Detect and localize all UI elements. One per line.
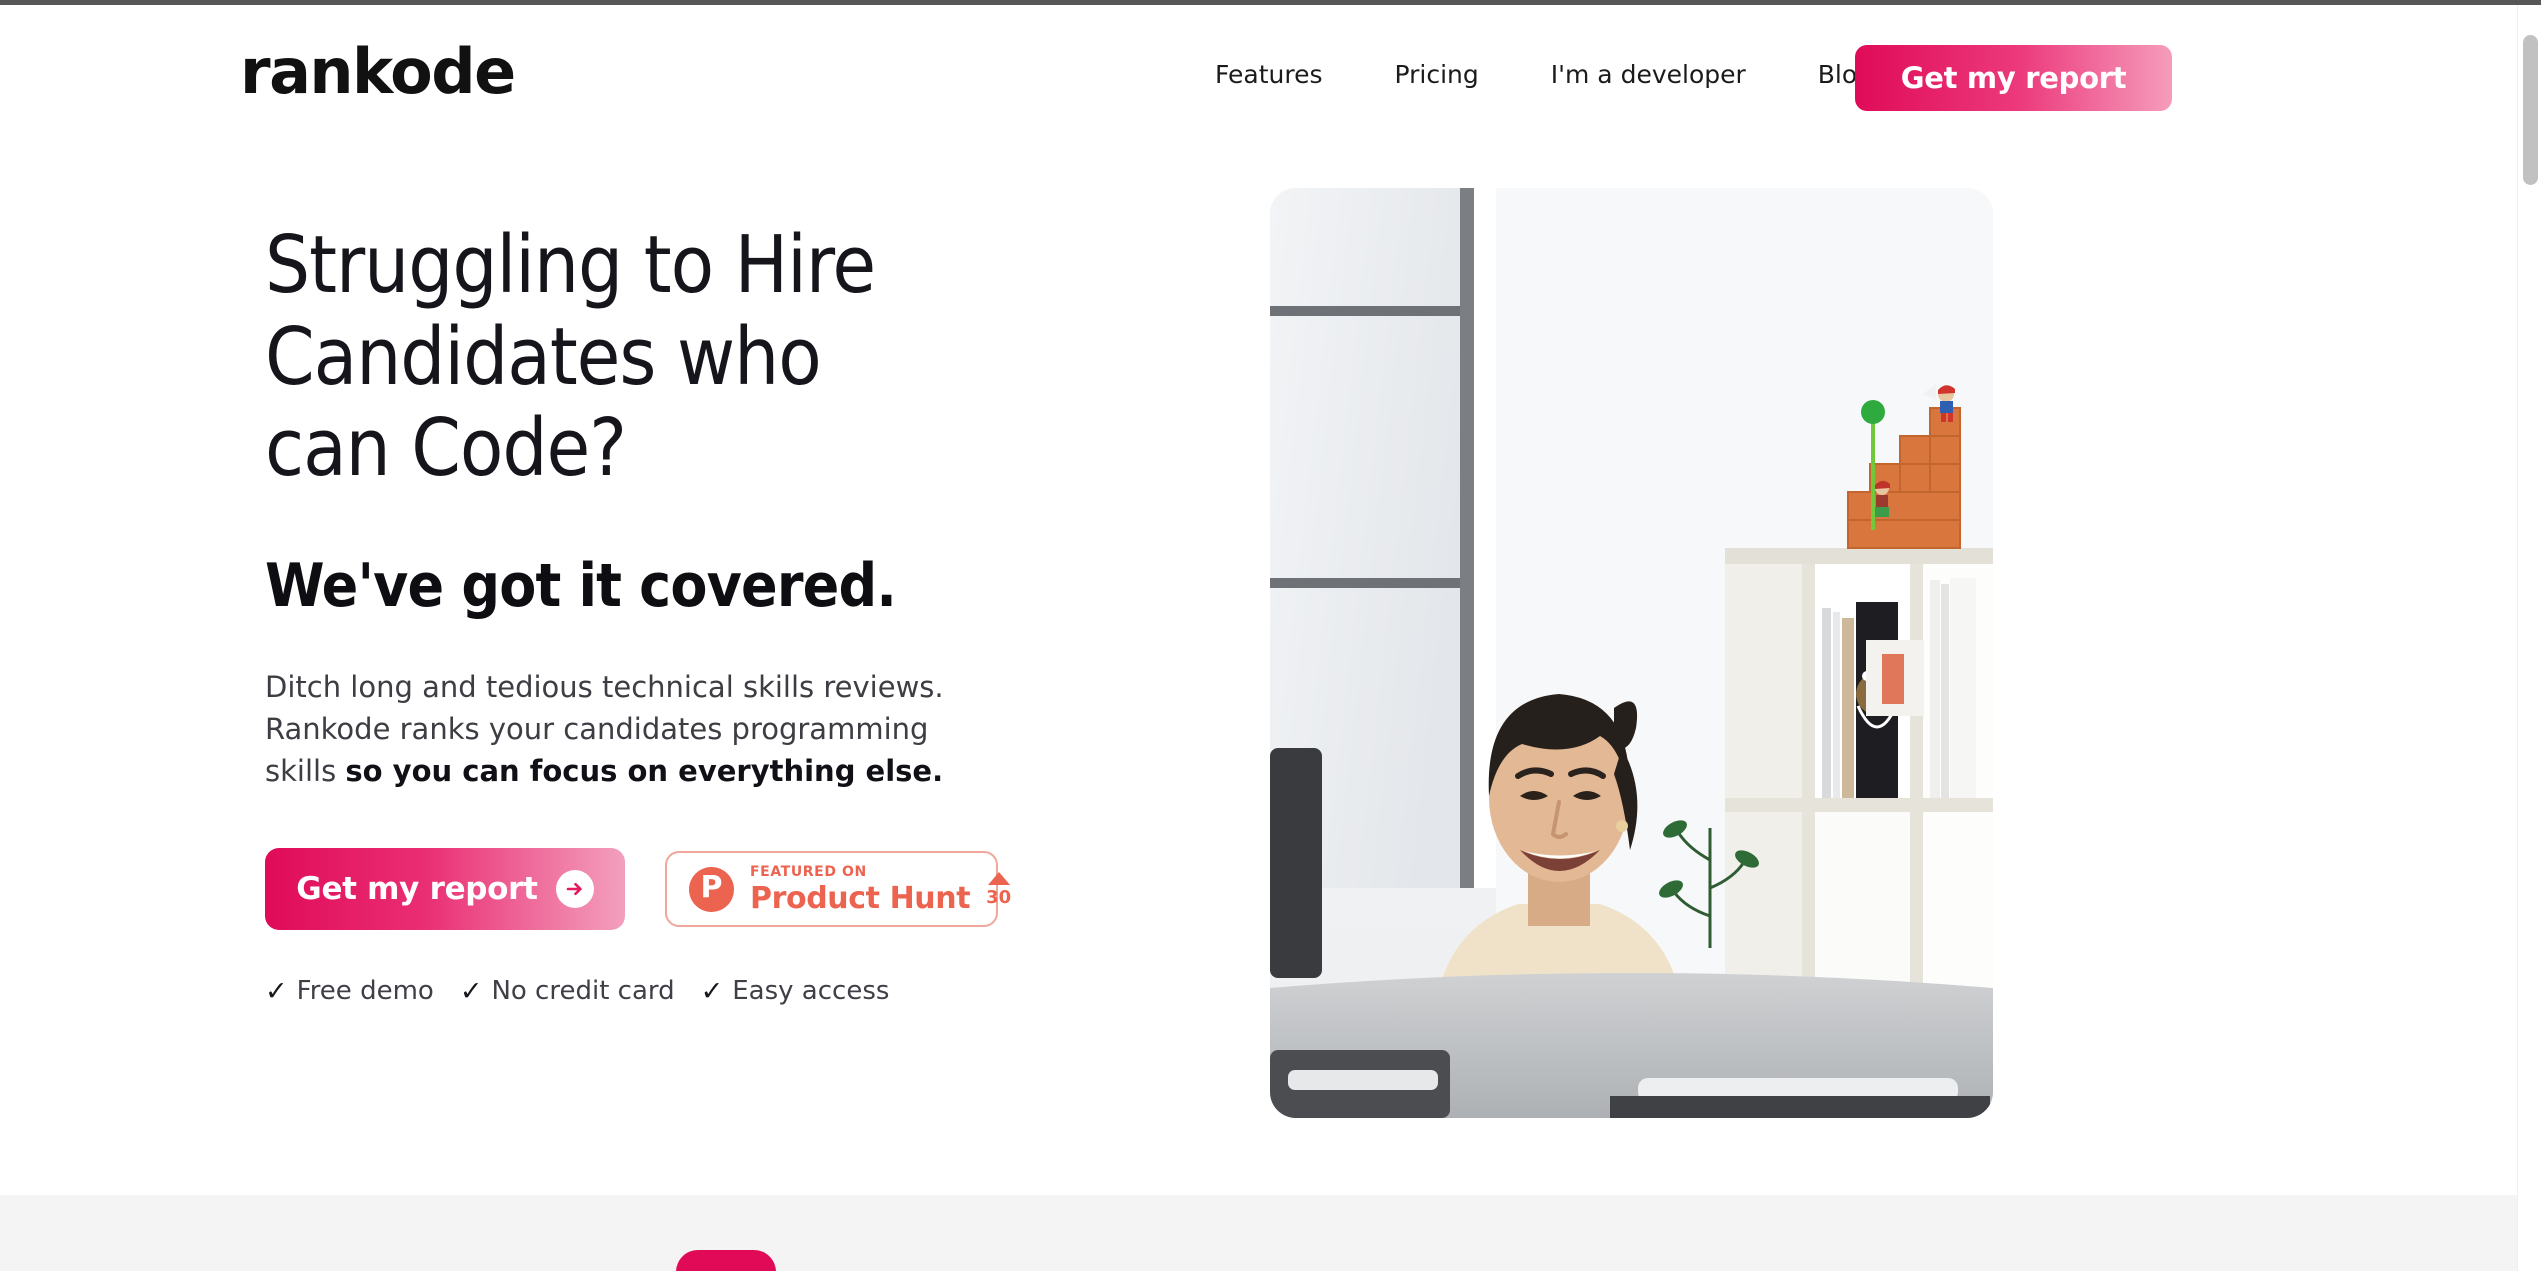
hero-paragraph-emphasis: so you can focus on everything else.	[345, 753, 944, 788]
scrollbar-thumb[interactable]	[2523, 35, 2538, 185]
triangle-up-icon	[987, 871, 1010, 885]
nav-item-pricing[interactable]: Pricing	[1395, 60, 1479, 89]
feature-check-free-demo: ✓ Free demo	[265, 976, 434, 1006]
page-canvas: rankode Features Pricing I'm a developer…	[0, 5, 2517, 1271]
product-hunt-name: Product Hunt	[750, 880, 971, 916]
product-hunt-upvote-count: 30	[986, 886, 1012, 908]
product-hunt-text: FEATURED ON Product Hunt	[750, 863, 971, 916]
hero-headline-line-3: can Code?	[265, 402, 627, 495]
hero-image	[1270, 188, 1993, 1118]
hero-paragraph-line-1: Ditch long and tedious technical skills …	[265, 669, 944, 704]
product-hunt-logo-icon: P	[689, 866, 734, 912]
logo-rankode[interactable]: rankode	[240, 35, 516, 108]
primary-nav: Features Pricing I'm a developer Blog	[1215, 60, 1873, 89]
check-icon: ✓	[700, 975, 724, 1007]
hero-paragraph-line-2: Rankode ranks your candidates programmin…	[265, 711, 929, 746]
arrow-right-circle-icon	[555, 870, 594, 909]
nav-item-features[interactable]: Features	[1215, 60, 1323, 89]
nav-item-im-a-developer[interactable]: I'm a developer	[1551, 60, 1746, 89]
hero-content: Struggling to Hire Candidates who can Co…	[265, 219, 1025, 1006]
hero-paragraph: Ditch long and tedious technical skills …	[265, 666, 955, 792]
next-section-accent-chip	[676, 1250, 776, 1271]
feature-check-label: Free demo	[296, 976, 434, 1007]
hero-headline-line-1: Struggling to Hire	[265, 219, 876, 311]
product-hunt-logo-letter: P	[700, 870, 723, 906]
hero-feature-checks: ✓ Free demo ✓ No credit card ✓ Easy acce…	[265, 976, 1025, 1006]
product-hunt-featured-label: FEATURED ON	[750, 863, 867, 880]
next-section	[0, 1195, 2517, 1271]
feature-check-no-credit-card: ✓ No credit card	[460, 976, 675, 1006]
check-icon: ✓	[265, 975, 288, 1007]
vertical-scrollbar[interactable]	[2517, 5, 2541, 1271]
feature-check-label: No credit card	[491, 976, 675, 1007]
hero-headline-line-2: Candidates who	[265, 310, 822, 403]
hero-get-my-report-button[interactable]: Get my report	[265, 848, 625, 931]
feature-check-easy-access: ✓ Easy access	[701, 976, 890, 1006]
hero-headline: Struggling to Hire Candidates who can Co…	[265, 219, 1025, 495]
product-hunt-upvotes: 30	[986, 871, 1012, 908]
product-hunt-badge[interactable]: P FEATURED ON Product Hunt 30	[665, 851, 1011, 928]
hero-subheadline: We've got it covered.	[265, 550, 897, 621]
check-icon: ✓	[459, 975, 483, 1007]
hero-paragraph-line-3-plain: skills	[265, 753, 346, 788]
hero-cta-label: Get my report	[296, 871, 538, 908]
hero-actions: Get my report P FEATURED ON Product Hunt	[265, 848, 1025, 931]
header-get-my-report-button[interactable]: Get my report	[1855, 45, 2172, 111]
site-header: rankode Features Pricing I'm a developer…	[0, 5, 2517, 155]
feature-check-label: Easy access	[732, 976, 890, 1007]
